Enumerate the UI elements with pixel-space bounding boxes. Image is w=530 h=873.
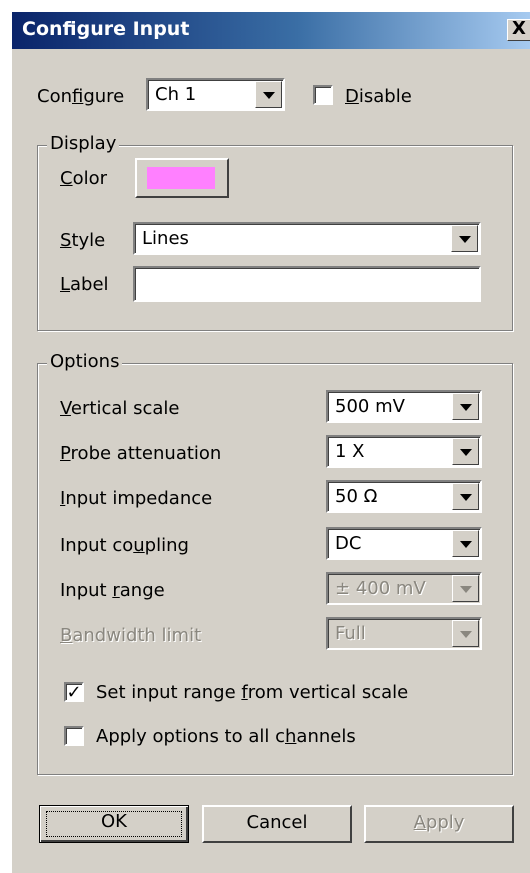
options-group-title: Options bbox=[47, 351, 123, 372]
bandwidth-limit-value: Full bbox=[335, 623, 366, 644]
label-label: Label bbox=[60, 274, 109, 295]
chevron-down-icon[interactable] bbox=[452, 483, 479, 510]
check-icon: ✓ bbox=[66, 682, 82, 703]
set-range-checkbox[interactable]: ✓ bbox=[64, 682, 84, 702]
style-value: Lines bbox=[142, 228, 189, 249]
disable-checkbox[interactable] bbox=[313, 85, 333, 105]
window-title: Configure Input bbox=[22, 18, 190, 40]
style-select[interactable]: Lines bbox=[133, 222, 481, 255]
input-coupling-label: Input coupling bbox=[60, 535, 189, 556]
channel-select[interactable]: Ch 1 bbox=[146, 78, 285, 111]
set-range-label: Set input range from vertical scale bbox=[96, 682, 409, 703]
bandwidth-limit-select: Full bbox=[326, 617, 482, 650]
chevron-down-icon[interactable] bbox=[452, 438, 479, 465]
color-button[interactable] bbox=[135, 158, 229, 198]
close-button[interactable]: X bbox=[507, 19, 530, 41]
chevron-down-icon[interactable] bbox=[452, 393, 479, 420]
apply-button: Apply bbox=[364, 805, 514, 843]
input-impedance-value: 50 Ω bbox=[335, 486, 378, 507]
cancel-button[interactable]: Cancel bbox=[202, 805, 352, 843]
probe-attenuation-label: Probe attenuation bbox=[60, 443, 222, 464]
probe-attenuation-select[interactable]: 1 X bbox=[326, 435, 482, 468]
color-swatch bbox=[147, 167, 215, 189]
input-coupling-value: DC bbox=[335, 533, 362, 554]
apply-label: Apply bbox=[413, 812, 465, 833]
disable-label: Disable bbox=[345, 86, 412, 107]
ok-button[interactable]: OK bbox=[39, 805, 189, 843]
color-label: Color bbox=[60, 168, 108, 189]
chevron-down-icon[interactable] bbox=[452, 530, 479, 557]
probe-attenuation-value: 1 X bbox=[335, 441, 365, 462]
chevron-down-icon[interactable] bbox=[255, 81, 282, 108]
input-coupling-select[interactable]: DC bbox=[326, 527, 482, 560]
input-range-value: ± 400 mV bbox=[335, 578, 426, 599]
style-label: Style bbox=[60, 230, 106, 251]
chevron-down-icon[interactable] bbox=[451, 225, 478, 252]
input-range-select: ± 400 mV bbox=[326, 572, 482, 605]
vertical-scale-select[interactable]: 500 mV bbox=[326, 390, 482, 423]
chevron-down-icon bbox=[452, 575, 479, 602]
display-group-title: Display bbox=[47, 133, 120, 154]
focus-rect bbox=[46, 811, 182, 837]
vertical-scale-label: Vertical scale bbox=[60, 398, 180, 419]
input-impedance-select[interactable]: 50 Ω bbox=[326, 480, 482, 513]
cancel-label: Cancel bbox=[246, 812, 308, 833]
title-bar[interactable]: Configure Input X bbox=[12, 12, 530, 49]
apply-all-checkbox[interactable] bbox=[64, 726, 84, 746]
vertical-scale-value: 500 mV bbox=[335, 396, 405, 417]
configure-label: Configure bbox=[37, 86, 125, 107]
channel-value: Ch 1 bbox=[155, 84, 197, 105]
chevron-down-icon bbox=[452, 620, 479, 647]
input-impedance-label: Input impedance bbox=[60, 488, 213, 509]
apply-all-label: Apply options to all channels bbox=[96, 726, 356, 747]
label-input[interactable] bbox=[133, 266, 481, 302]
bandwidth-limit-label: Bandwidth limit bbox=[60, 625, 202, 646]
options-group bbox=[37, 363, 513, 775]
input-range-label: Input range bbox=[60, 580, 165, 601]
